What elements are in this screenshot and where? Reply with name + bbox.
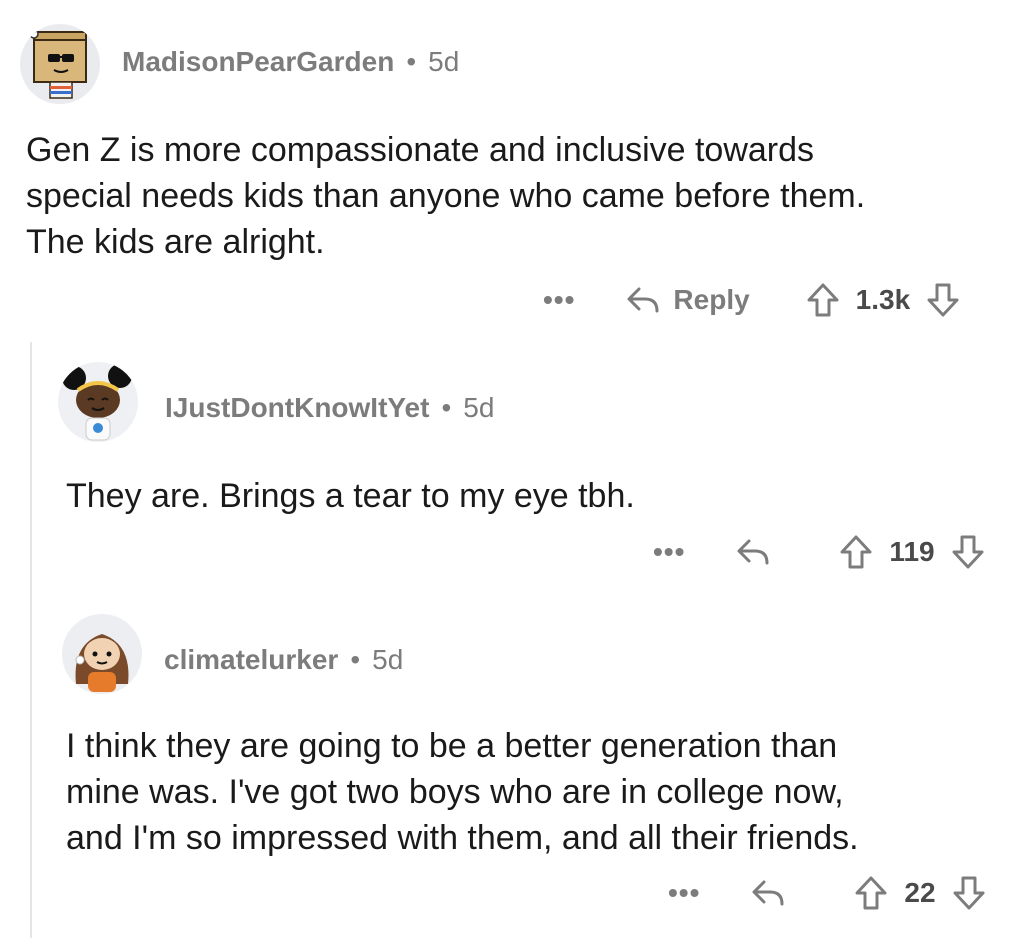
reply-label: Reply	[673, 284, 750, 315]
downvote-button[interactable]	[926, 282, 960, 318]
comment-age: 5d	[463, 392, 495, 423]
comment-body: They are. Brings a tear to my eye tbh.	[66, 477, 635, 515]
vote-score: 119	[889, 536, 935, 567]
upvote-button[interactable]	[854, 875, 888, 911]
upvote-arrow-icon	[855, 876, 887, 910]
vote-score: 22	[904, 877, 936, 908]
thread-line	[30, 342, 32, 938]
vote-score: 1.3k	[855, 284, 911, 315]
comment-body: I think they are going to be a better ge…	[66, 727, 859, 857]
upvote-button[interactable]	[806, 282, 840, 318]
reply-button[interactable]: Reply	[625, 284, 750, 316]
upvote-arrow-icon	[807, 283, 839, 317]
comment-actions: ••• 22	[668, 875, 986, 911]
meta-separator: •	[350, 644, 361, 675]
comment-meta: climatelurker • 5d	[164, 644, 403, 676]
reply-icon	[737, 539, 769, 565]
username[interactable]: MadisonPearGarden	[122, 46, 394, 78]
downvote-arrow-icon	[927, 283, 959, 317]
more-options-button[interactable]: •••	[653, 536, 685, 568]
username[interactable]: IJustDontKnowItYet	[165, 392, 429, 424]
downvote-button[interactable]	[951, 534, 985, 570]
downvote-arrow-icon	[952, 535, 984, 569]
meta-separator: •	[406, 46, 417, 77]
comment-meta: MadisonPearGarden • 5d	[122, 46, 459, 78]
upvote-arrow-icon	[840, 535, 872, 569]
downvote-button[interactable]	[952, 875, 986, 911]
snoo-avatar-long-hair-icon	[75, 634, 129, 692]
more-options-button[interactable]: •••	[543, 284, 575, 316]
username[interactable]: climatelurker	[164, 644, 338, 676]
comment-body: Gen Z is more compassionate and inclusiv…	[26, 131, 866, 261]
snoo-avatar-afro-puffs-icon	[62, 364, 132, 441]
more-options-button[interactable]: •••	[668, 877, 700, 909]
reply-button[interactable]	[735, 537, 783, 567]
avatar[interactable]	[62, 614, 142, 694]
upvote-button[interactable]	[839, 534, 873, 570]
avatar[interactable]	[20, 24, 100, 104]
comment-age: 5d	[372, 644, 404, 675]
comment-meta: IJustDontKnowItYet • 5d	[165, 392, 494, 424]
downvote-arrow-icon	[953, 876, 985, 910]
snoo-avatar-box-sunglasses-icon	[29, 29, 87, 99]
avatar[interactable]	[58, 362, 138, 442]
reply-icon	[752, 880, 784, 906]
meta-separator: •	[441, 392, 452, 423]
comment-actions: ••• Reply 1.3k	[543, 282, 960, 318]
reply-button[interactable]	[750, 878, 798, 908]
comment-age: 5d	[428, 46, 460, 77]
reply-icon	[627, 287, 659, 313]
comment-actions: ••• 119	[653, 534, 985, 570]
